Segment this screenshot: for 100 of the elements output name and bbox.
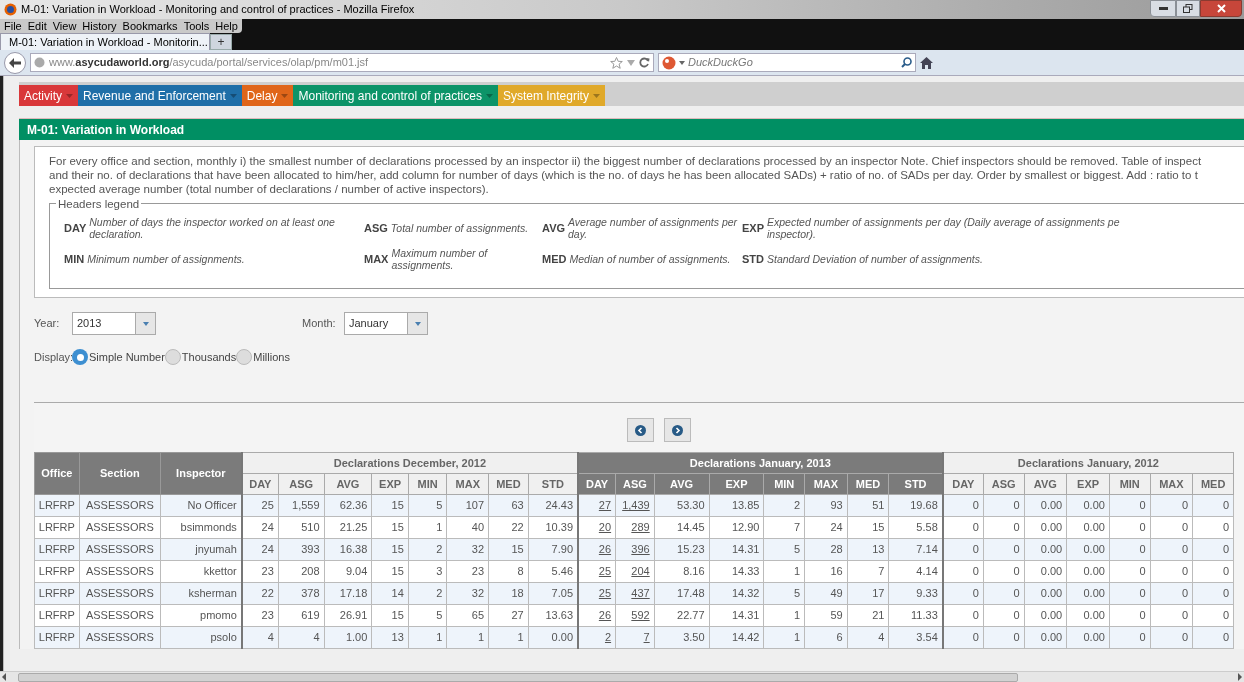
- table-cell: 7: [763, 516, 805, 539]
- legend-code: MAX: [364, 251, 389, 267]
- table-cell: 16.38: [324, 538, 372, 561]
- table-cell: 15: [847, 516, 889, 539]
- table-cell: 0: [983, 626, 1025, 649]
- table-cell: 40: [446, 516, 489, 539]
- radio-option[interactable]: Thousands: [164, 349, 237, 366]
- horizontal-scrollbar[interactable]: [0, 671, 1244, 682]
- table-cell: ASSESSORS: [79, 516, 161, 539]
- table-cell: 0: [1192, 560, 1234, 583]
- table-cell: 3: [408, 560, 447, 583]
- legend-description: Median of number of assignments.: [569, 253, 731, 265]
- table-cell: 4: [847, 626, 889, 649]
- year-dropdown[interactable]: 2013: [72, 312, 156, 335]
- minimize-icon: [1158, 7, 1168, 10]
- table-cell: 12.90: [709, 516, 764, 539]
- browser-tab[interactable]: M-01: Variation in Workload - Monitorin...: [0, 33, 210, 50]
- table-cell: 63: [488, 494, 529, 517]
- table-cell: 0: [1192, 494, 1234, 517]
- table-cell: 0.00: [1024, 582, 1067, 605]
- table-cell: 23: [446, 560, 489, 583]
- restore-button[interactable]: [1176, 0, 1200, 17]
- table-cell: 0: [1109, 560, 1151, 583]
- table-cell: 0: [1150, 604, 1193, 627]
- menu-item[interactable]: History: [82, 17, 117, 35]
- legend-code: MIN: [64, 251, 85, 267]
- table-cell: 2: [763, 494, 805, 517]
- radio-button[interactable]: [236, 349, 253, 366]
- table-cell: ASSESSORS: [79, 582, 161, 605]
- table-cell: 5: [408, 604, 447, 627]
- star-icon[interactable]: [610, 56, 623, 69]
- table-cell: 0: [1150, 626, 1193, 649]
- table-cell: 1: [408, 626, 447, 649]
- window-title: M-01: Variation in Workload - Monitoring and control of practices - Mozilla Firefox: [21, 2, 415, 18]
- nav-menu-item[interactable]: Activity: [19, 85, 78, 106]
- menu-item[interactable]: Bookmarks: [122, 17, 178, 35]
- table-cell: 0: [983, 560, 1025, 583]
- legend-description: Total number of assignments.: [390, 222, 529, 234]
- radio-option[interactable]: Simple Number: [72, 349, 165, 366]
- next-button[interactable]: [664, 418, 691, 442]
- table-cell: 13.85: [709, 494, 764, 517]
- back-button[interactable]: [4, 51, 26, 74]
- close-button[interactable]: [1200, 0, 1242, 17]
- table-cell: 1: [763, 626, 805, 649]
- table-cell: 4: [241, 626, 279, 649]
- minimize-button[interactable]: [1150, 0, 1176, 17]
- table-cell: 2: [408, 538, 447, 561]
- menu-item[interactable]: File: [4, 17, 22, 35]
- table-link[interactable]: 2: [604, 631, 612, 644]
- radio-button[interactable]: [72, 349, 88, 366]
- search-icon[interactable]: [901, 57, 912, 68]
- caret-icon: [142, 321, 149, 326]
- table-cell: 51: [847, 494, 889, 517]
- duck-icon: [662, 55, 676, 70]
- table-cell: 0: [942, 626, 984, 649]
- menu-item[interactable]: Help: [215, 17, 238, 35]
- menu-item[interactable]: Tools: [183, 17, 210, 35]
- table-cell: 32: [446, 582, 489, 605]
- radio-option[interactable]: Millions: [236, 349, 290, 366]
- table-cell: 8: [488, 560, 529, 583]
- nav-menu-item[interactable]: Monitoring and control of practices: [293, 85, 498, 106]
- nav-menu-item[interactable]: Revenue and Enforcement: [78, 85, 242, 106]
- menu-item[interactable]: View: [52, 17, 77, 35]
- address-bar[interactable]: www.asycudaworld.org/asycuda/portal/services/olap/pm/m01.jsf: [30, 53, 654, 72]
- legend-description: Minimum number of assignments.: [87, 253, 245, 265]
- reload-icon[interactable]: [639, 57, 650, 68]
- table-cell: 0.00: [1024, 516, 1067, 539]
- table-cell: 3.50: [654, 626, 710, 649]
- table-cell: 0.00: [1024, 494, 1067, 517]
- legend-code: DAY: [64, 220, 87, 236]
- table-cell: 13: [371, 626, 409, 649]
- table-cell: 0: [1192, 626, 1234, 649]
- table-cell: ASSESSORS: [79, 494, 161, 517]
- search-input[interactable]: DuckDuckGo: [688, 54, 898, 71]
- legend-code: MED: [542, 251, 567, 267]
- dropdown-icon[interactable]: [679, 60, 685, 65]
- table-cell: 0.00: [1024, 560, 1067, 583]
- month-label: Month:: [302, 316, 337, 332]
- table-cell: LRFRP: [34, 516, 80, 539]
- table-cell: LRFRP: [34, 560, 80, 583]
- legend-code: EXP: [742, 220, 764, 236]
- previous-button[interactable]: [627, 418, 654, 442]
- table-cell: 378: [278, 582, 325, 605]
- scrollbar-thumb[interactable]: [18, 672, 1018, 682]
- table-cell: 1: [488, 626, 529, 649]
- close-icon: [1216, 4, 1226, 13]
- table-cell: 49: [804, 582, 848, 605]
- table-link[interactable]: 7: [643, 631, 650, 644]
- home-icon[interactable]: [920, 56, 933, 69]
- table-cell: 15: [371, 538, 409, 561]
- radio-button[interactable]: [164, 349, 181, 366]
- menu-item[interactable]: Edit: [27, 17, 47, 35]
- new-tab-button[interactable]: +: [210, 34, 232, 50]
- table-cell: 0: [1192, 538, 1234, 561]
- month-dropdown[interactable]: January: [344, 312, 428, 335]
- table-cell: 0.00: [1066, 560, 1110, 583]
- table-cell: 5: [763, 538, 805, 561]
- legend-description: Maximum number of assignments.: [391, 247, 488, 271]
- table-cell: 0.00: [1024, 604, 1067, 627]
- search-field[interactable]: DuckDuckGo: [658, 53, 916, 72]
